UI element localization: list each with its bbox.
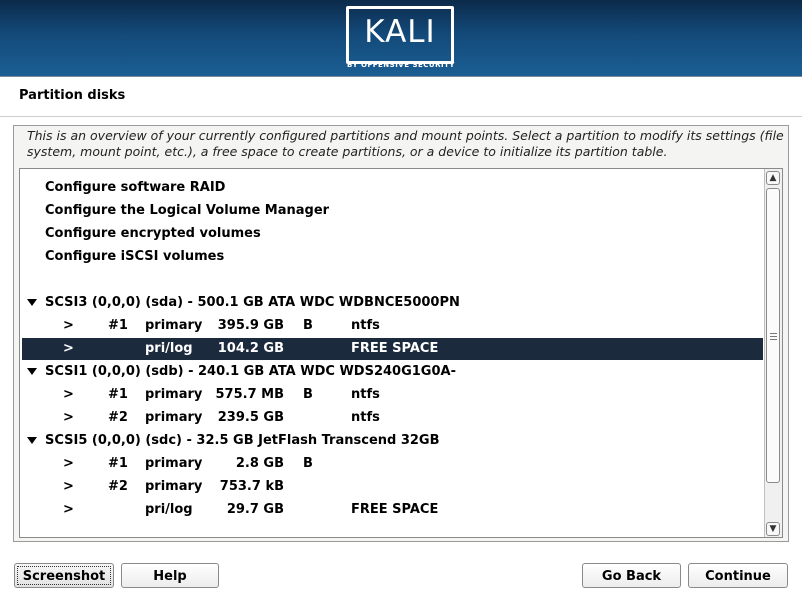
partition-type: pri/log	[145, 502, 193, 517]
disk-label: SCSI3 (0,0,0) (sda) - 500.1 GB ATA WDC W…	[45, 295, 460, 310]
expand-triangle-icon	[27, 368, 41, 381]
vertical-scrollbar[interactable]: ▲ ▼	[764, 169, 782, 537]
partition-row[interactable]: > #1 primary 395.9 GB B ntfs	[22, 315, 763, 337]
partition-size: 239.5 GB	[217, 410, 284, 425]
expand-triangle-icon	[27, 437, 41, 450]
partition-number: #2	[108, 410, 128, 425]
grip-line	[770, 333, 777, 334]
partition-size: 395.9 GB	[217, 318, 284, 333]
partition-fs: ntfs	[351, 410, 380, 425]
list-item-configure-raid[interactable]: Configure software RAID	[22, 177, 763, 199]
list-item-configure-lvm[interactable]: Configure the Logical Volume Manager	[22, 200, 763, 222]
disk-row-sdb[interactable]: SCSI1 (0,0,0) (sdb) - 240.1 GB ATA WDC W…	[22, 361, 763, 383]
chevron-right-icon: >	[63, 456, 74, 471]
disk-label: SCSI5 (0,0,0) (sdc) - 32.5 GB JetFlash T…	[45, 433, 440, 448]
screenshot-button[interactable]: Screenshot	[14, 563, 114, 588]
expand-triangle-icon	[27, 299, 41, 312]
partition-type: primary	[145, 479, 203, 494]
header-banner: KALI BY OFFENSIVE SECURITY	[0, 0, 802, 77]
partition-size: 2.8 GB	[235, 456, 284, 471]
partition-row[interactable]: > #1 primary 575.7 MB B ntfs	[22, 384, 763, 406]
partition-fs: ntfs	[351, 318, 380, 333]
list-item-configure-iscsi[interactable]: Configure iSCSI volumes	[22, 246, 763, 268]
list-item-configure-encrypted[interactable]: Configure encrypted volumes	[22, 223, 763, 245]
grip-line	[770, 336, 777, 337]
scrollbar-thumb[interactable]	[766, 188, 780, 483]
description-text: This is an overview of your currently co…	[27, 128, 784, 159]
kali-logo: KALI	[346, 6, 454, 64]
partition-row[interactable]: > pri/log 29.7 GB FREE SPACE	[22, 499, 763, 521]
option-label: Configure the Logical Volume Manager	[45, 203, 330, 218]
chevron-right-icon: >	[63, 502, 74, 517]
partition-list[interactable]: Configure software RAID Configure the Lo…	[19, 168, 783, 538]
disk-row-sdc[interactable]: SCSI5 (0,0,0) (sdc) - 32.5 GB JetFlash T…	[22, 430, 763, 452]
partition-flag: B	[303, 387, 313, 402]
chevron-right-icon: >	[63, 479, 74, 494]
partition-type: primary	[145, 387, 203, 402]
partition-number: #1	[108, 318, 128, 333]
go-back-button[interactable]: Go Back	[582, 563, 681, 588]
partition-type: primary	[145, 410, 203, 425]
chevron-right-icon: >	[63, 387, 74, 402]
partition-number: #1	[108, 387, 128, 402]
partition-row-selected[interactable]: > pri/log 104.2 GB FREE SPACE	[22, 338, 763, 360]
partition-number: #2	[108, 479, 128, 494]
partition-fs: FREE SPACE	[351, 502, 439, 517]
partition-row[interactable]: > #1 primary 2.8 GB B	[22, 453, 763, 475]
partition-size: 575.7 MB	[215, 387, 285, 402]
partition-number: #1	[108, 456, 128, 471]
help-button[interactable]: Help	[121, 563, 219, 588]
list-item-partial[interactable]	[22, 169, 763, 177]
option-label: Configure iSCSI volumes	[45, 249, 225, 264]
partition-type: pri/log	[145, 341, 193, 356]
scroll-up-icon[interactable]: ▲	[766, 171, 780, 185]
logo-subtitle: BY OFFENSIVE SECURITY	[347, 61, 455, 69]
option-label: Configure encrypted volumes	[45, 226, 261, 241]
divider	[0, 116, 802, 117]
partition-size: 753.7 kB	[219, 479, 284, 494]
continue-button[interactable]: Continue	[688, 563, 788, 588]
scroll-down-icon[interactable]: ▼	[766, 522, 780, 536]
partition-type: primary	[145, 318, 203, 333]
partition-size: 29.7 GB	[226, 502, 284, 517]
grip-line	[770, 339, 777, 340]
page-title: Partition disks	[19, 88, 126, 103]
logo-text: KALI	[364, 14, 436, 50]
partition-flag: B	[303, 456, 313, 471]
disk-row-sda[interactable]: SCSI3 (0,0,0) (sda) - 500.1 GB ATA WDC W…	[22, 292, 763, 314]
disk-label: SCSI1 (0,0,0) (sdb) - 240.1 GB ATA WDC W…	[45, 364, 456, 379]
partition-row[interactable]: > #2 primary 239.5 GB ntfs	[22, 407, 763, 429]
partition-type: primary	[145, 456, 203, 471]
partition-flag: B	[303, 318, 313, 333]
option-label: Configure software RAID	[45, 180, 226, 195]
chevron-right-icon: >	[63, 410, 74, 425]
partition-row[interactable]: > #2 primary 753.7 kB	[22, 476, 763, 498]
partition-fs: ntfs	[351, 387, 380, 402]
partition-size: 104.2 GB	[217, 341, 284, 356]
chevron-right-icon: >	[63, 318, 74, 333]
chevron-right-icon: >	[63, 341, 74, 356]
partition-fs: FREE SPACE	[351, 341, 439, 356]
